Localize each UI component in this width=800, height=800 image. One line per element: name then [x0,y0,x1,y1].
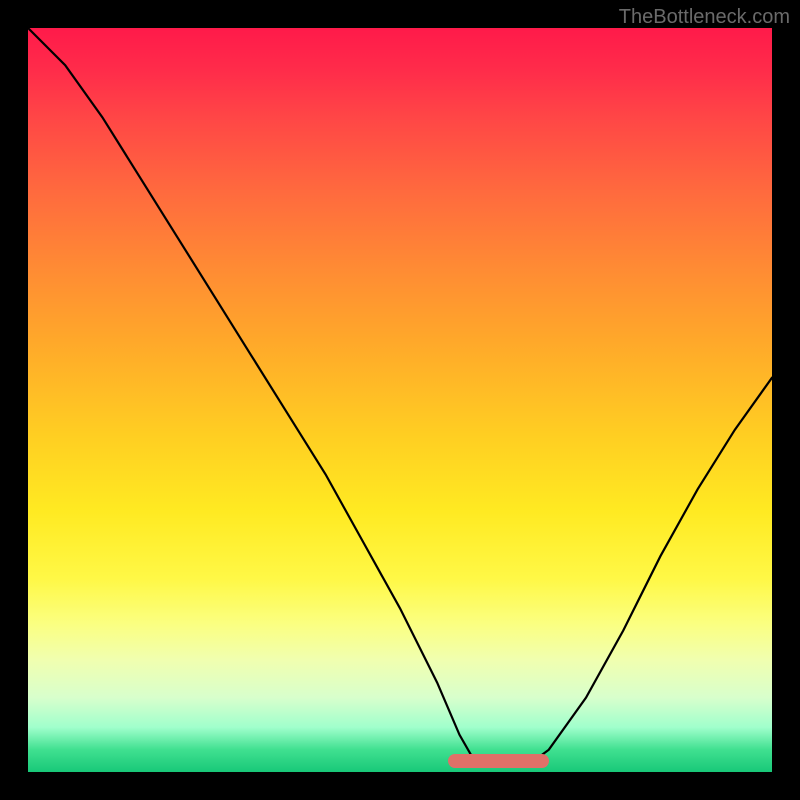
chart-plot-area [28,28,772,772]
optimal-range-marker [448,754,548,768]
bottleneck-curve-line [28,28,772,765]
watermark-text: TheBottleneck.com [619,6,790,29]
chart-curve-svg [28,28,772,772]
